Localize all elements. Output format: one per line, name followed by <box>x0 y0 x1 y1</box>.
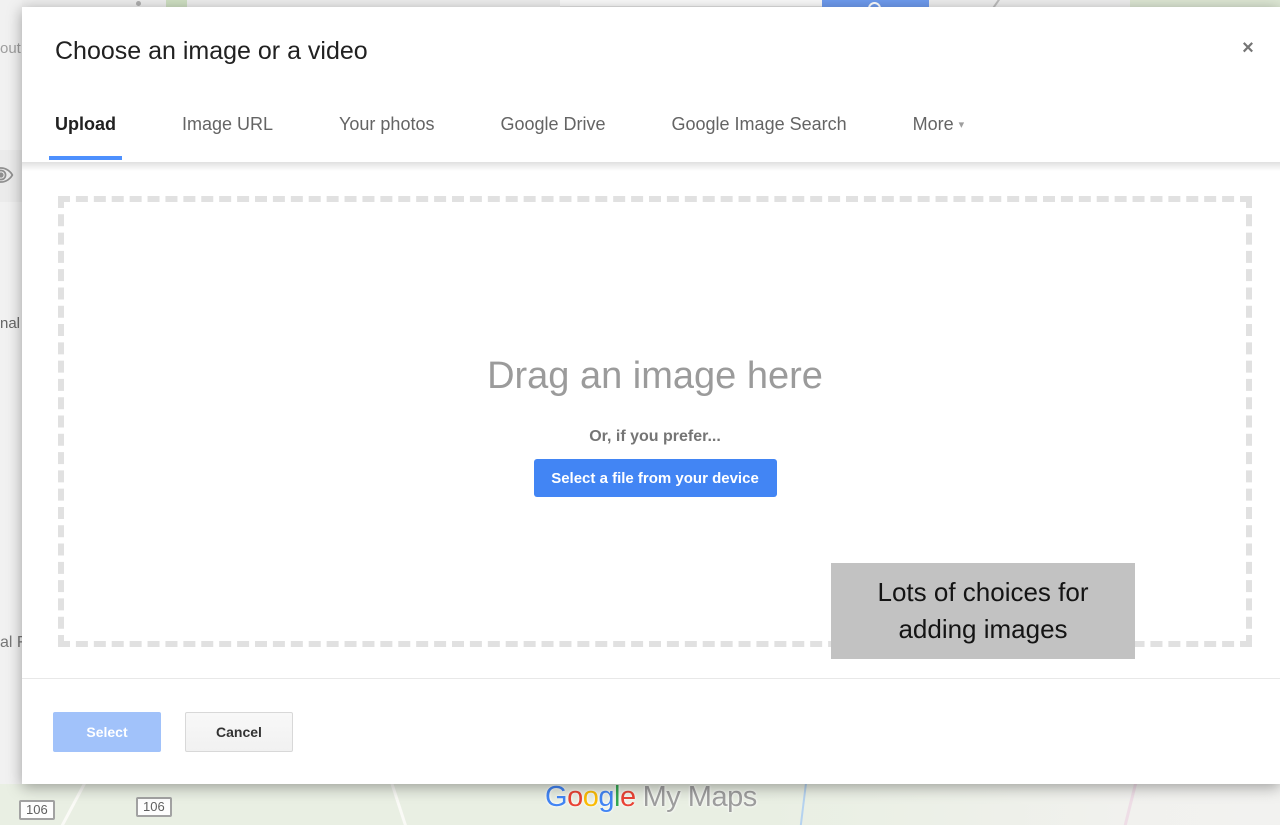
map-search-button-sliver <box>822 0 929 7</box>
google-logo-letter: o <box>567 784 583 813</box>
footer-separator <box>22 678 1280 679</box>
route-shield: 106 <box>19 800 55 820</box>
visibility-eye-icon <box>0 162 19 188</box>
dialog-tab-bar: Upload Image URL Your photos Google Driv… <box>49 114 965 160</box>
map-road <box>56 784 87 825</box>
dropzone-heading: Drag an image here <box>487 355 823 397</box>
dialog-title: Choose an image or a video <box>55 37 368 65</box>
google-logo-letter: o <box>582 784 599 813</box>
choose-image-dialog: Choose an image or a video × Upload Imag… <box>22 7 1280 784</box>
tab-google-image-search[interactable]: Google Image Search <box>672 114 847 135</box>
tab-upload[interactable]: Upload <box>49 114 122 160</box>
left-panel-text-fragment: nal <box>0 315 21 332</box>
tab-label: Google Image Search <box>671 114 847 134</box>
tab-your-photos[interactable]: Your photos <box>339 114 434 135</box>
map-road <box>388 784 411 825</box>
select-button[interactable]: Select <box>53 712 161 752</box>
map-river <box>798 784 808 825</box>
header-drop-shadow <box>22 162 1280 171</box>
background-top-strip <box>0 0 1280 7</box>
route-shield: 106 <box>136 797 172 817</box>
tab-label: Your photos <box>339 114 435 134</box>
map-road <box>1120 784 1139 825</box>
left-panel-text-fragment: out <box>0 40 21 57</box>
tab-label: Google Drive <box>500 114 606 134</box>
page: out nal al F 106 106 Google My Maps Choos… <box>0 0 1280 825</box>
tab-label: Upload <box>55 114 116 134</box>
google-my-maps-watermark: Google My Maps <box>545 784 757 814</box>
map-color-swatch <box>166 0 187 7</box>
map-marker-dot <box>136 1 141 6</box>
annotation-callout: Lots of choices for adding images <box>831 563 1135 659</box>
pencil-icon <box>991 0 1001 7</box>
dropzone-subheading: Or, if you prefer... <box>589 428 721 445</box>
annotation-line: Lots of choices for <box>877 577 1089 607</box>
tab-image-url[interactable]: Image URL <box>182 114 273 135</box>
annotation-line: adding images <box>898 614 1068 644</box>
left-panel-text-fragment: al F <box>0 634 22 651</box>
close-button[interactable]: × <box>1237 37 1259 59</box>
tab-label: Image URL <box>182 114 274 134</box>
map-terrain-sliver <box>1130 0 1280 7</box>
cancel-button[interactable]: Cancel <box>185 712 293 752</box>
google-logo-letter: G <box>545 784 568 813</box>
chevron-down-icon: ▾ <box>958 119 965 131</box>
tab-label: More <box>912 114 954 134</box>
background-left-panel: out nal al F <box>0 0 22 784</box>
tab-more[interactable]: More ▾ <box>913 114 965 135</box>
google-logo-letter: g <box>598 784 614 813</box>
select-file-from-device-button[interactable]: Select a file from your device <box>533 459 777 497</box>
active-tab-underline <box>49 156 122 160</box>
tab-google-drive[interactable]: Google Drive <box>500 114 605 135</box>
my-maps-wordmark: My Maps <box>642 784 758 813</box>
google-logo-letter: e <box>619 784 636 813</box>
map-search-box-sliver <box>560 0 822 7</box>
background-map-strip: 106 106 Google My Maps <box>0 784 1280 825</box>
